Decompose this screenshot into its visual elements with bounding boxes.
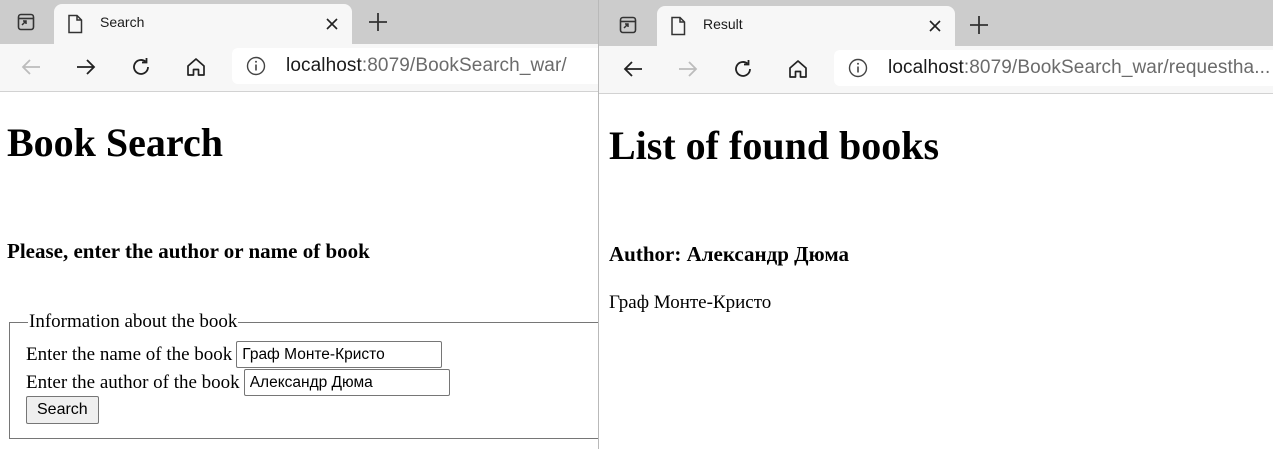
book-info-fieldset: Information about the book Enter the nam…	[9, 311, 598, 439]
tab-strip: Result	[599, 0, 1273, 46]
search-button[interactable]: Search	[26, 396, 99, 424]
author-heading: Author: Александр Дюма	[609, 242, 850, 266]
url-host: localhost	[888, 57, 964, 78]
page-title: List of found books	[609, 123, 940, 168]
forward-arrow-icon[interactable]	[71, 52, 101, 82]
url-text: localhost:8079/BookSearch_war/	[286, 55, 567, 77]
fieldset-legend: Information about the book	[28, 311, 239, 333]
page-title: Book Search	[7, 120, 223, 165]
back-arrow-icon[interactable]	[16, 52, 46, 82]
url-path: :8079/BookSearch_war/	[361, 55, 567, 76]
tab-actions-icon[interactable]	[10, 7, 42, 37]
search-page: Book Search Please, enter the author or …	[0, 92, 598, 449]
navigation-toolbar: localhost:8079/BookSearch_war/	[0, 44, 598, 92]
url-text: localhost:8079/BookSearch_war/requestha.…	[888, 57, 1270, 79]
page-icon	[66, 14, 84, 39]
result-browser-window: Result localhost:8079/BookSearch_war/req…	[598, 0, 1273, 449]
author-row: Enter the author of the book	[26, 369, 450, 396]
address-bar[interactable]: localhost:8079/BookSearch_war/	[232, 48, 598, 84]
author-label: Enter the author of the book	[26, 371, 240, 393]
name-row: Enter the name of the book	[26, 341, 443, 368]
back-arrow-icon[interactable]	[618, 54, 648, 84]
address-bar[interactable]: localhost:8079/BookSearch_war/requestha.…	[834, 50, 1273, 86]
page-subheading: Please, enter the author or name of book	[7, 239, 370, 263]
book-author-input[interactable]	[243, 369, 450, 396]
tab-actions-icon[interactable]	[612, 10, 644, 40]
home-icon[interactable]	[783, 54, 813, 84]
plus-icon[interactable]	[967, 13, 991, 37]
page-icon	[669, 16, 687, 41]
tab-result[interactable]: Result	[657, 6, 955, 46]
found-book-title: Граф Монте-Кристо	[609, 292, 772, 313]
close-icon[interactable]	[324, 16, 340, 32]
tab-title: Search	[100, 14, 145, 30]
tab-strip: Search	[0, 0, 598, 44]
url-path: :8079/BookSearch_war/requestha...	[963, 57, 1271, 78]
tab-title: Result	[703, 16, 743, 32]
search-browser-window: Search localhost:8079/BookSearch_war/ Bo…	[0, 0, 598, 449]
tab-search[interactable]: Search	[54, 4, 352, 44]
info-icon[interactable]	[246, 56, 266, 76]
result-page: List of found books Author: Александр Дю…	[599, 94, 1273, 449]
refresh-icon[interactable]	[728, 54, 758, 84]
refresh-icon[interactable]	[126, 52, 156, 82]
info-icon[interactable]	[848, 58, 868, 78]
book-name-input[interactable]	[236, 341, 443, 368]
home-icon[interactable]	[181, 52, 211, 82]
url-host: localhost	[286, 55, 362, 76]
navigation-toolbar: localhost:8079/BookSearch_war/requestha.…	[599, 46, 1273, 94]
plus-icon[interactable]	[366, 10, 390, 34]
name-label: Enter the name of the book	[26, 343, 233, 365]
forward-arrow-icon[interactable]	[673, 54, 703, 84]
close-icon[interactable]	[927, 18, 943, 34]
